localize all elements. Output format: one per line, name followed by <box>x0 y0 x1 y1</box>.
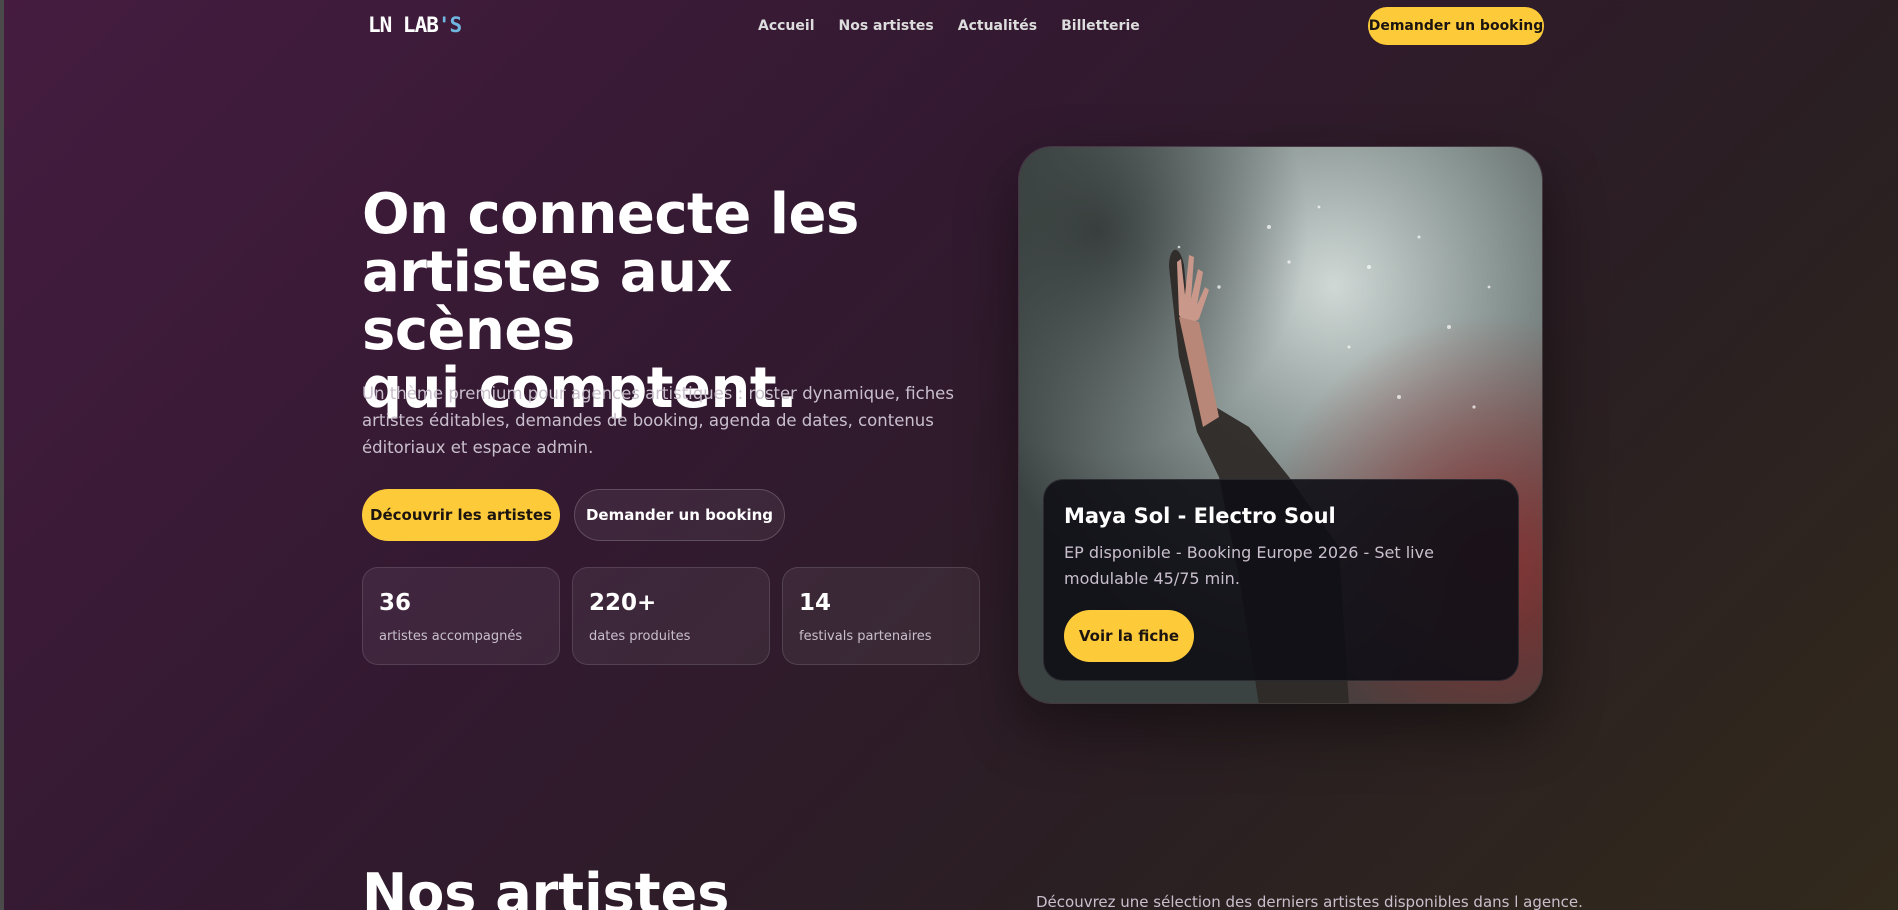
stat-value: 14 <box>799 590 832 616</box>
nav-link-billetterie[interactable]: Billetterie <box>1061 18 1140 34</box>
stat-card-artists: 36 artistes accompagnés <box>362 567 560 665</box>
stat-card-festivals: 14 festivals partenaires <box>782 567 980 665</box>
nav-link-accueil[interactable]: Accueil <box>758 18 815 34</box>
stat-label: dates produites <box>589 629 691 644</box>
stat-label: festivals partenaires <box>799 629 932 644</box>
stat-value: 220+ <box>589 590 657 616</box>
request-booking-button[interactable]: Demander un booking <box>574 489 785 541</box>
logo-text: LN LAB <box>368 13 439 37</box>
featured-artist-description: EP disponible - Booking Europe 2026 - Se… <box>1064 543 1434 588</box>
view-profile-button[interactable]: Voir la fiche <box>1064 610 1194 662</box>
header-booking-button[interactable]: Demander un booking <box>1368 7 1544 45</box>
hero-title-line-2: artistes aux scènes <box>362 240 733 363</box>
logo[interactable]: LN LAB'S <box>368 13 462 37</box>
main-nav: Accueil Nos artistes Actualités Billette… <box>758 18 1164 34</box>
hero-subtitle: Un thème premium pour agences artistique… <box>362 384 954 457</box>
logo-accent: 'S <box>437 13 462 37</box>
discover-artists-button[interactable]: Découvrir les artistes <box>362 489 560 541</box>
hero-title-line-1: On connecte les <box>362 182 859 247</box>
window-edge <box>0 0 4 910</box>
featured-artist-card[interactable]: Maya Sol - Electro Soul EP disponible - … <box>1018 146 1543 704</box>
artists-section-title: Nos artistes <box>362 862 730 910</box>
stat-card-dates: 220+ dates produites <box>572 567 770 665</box>
nav-link-actualites[interactable]: Actualités <box>958 18 1037 34</box>
stat-value: 36 <box>379 590 412 616</box>
nav-link-artistes[interactable]: Nos artistes <box>839 18 934 34</box>
featured-artist-title: Maya Sol - Electro Soul <box>1064 504 1336 528</box>
artists-section-description: Découvrez une sélection des derniers art… <box>1036 893 1583 910</box>
featured-info-panel: Maya Sol - Electro Soul EP disponible - … <box>1043 479 1519 681</box>
stat-label: artistes accompagnés <box>379 629 523 644</box>
site-header: LN LAB'S Accueil Nos artistes Actualités… <box>0 0 1898 52</box>
